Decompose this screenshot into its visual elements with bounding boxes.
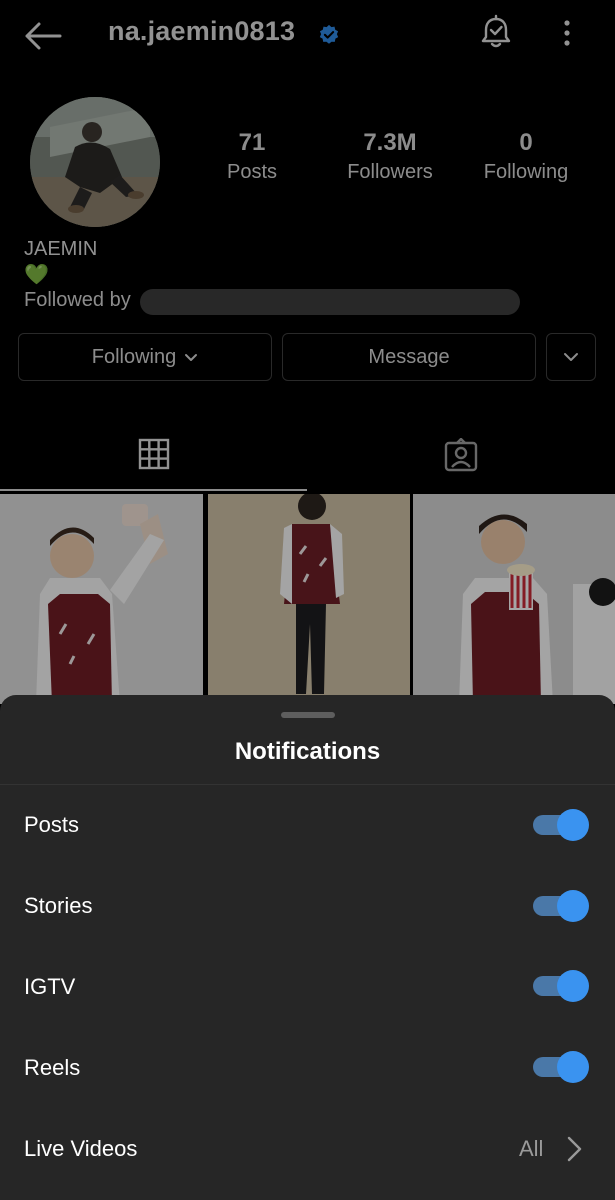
post-thumbnail[interactable] [413, 494, 615, 704]
post-image [208, 494, 410, 704]
bell-check-icon[interactable] [478, 14, 514, 50]
toggle-knob [557, 970, 589, 1002]
following-label: Following [483, 161, 569, 183]
stat-following[interactable]: 0 Following [476, 128, 576, 186]
followers-label: Followers [347, 161, 433, 183]
toggle-knob [557, 890, 589, 922]
post-thumbnail[interactable] [0, 494, 203, 704]
back-arrow-icon[interactable] [22, 20, 62, 52]
stories-notifications-toggle[interactable] [533, 890, 589, 922]
post-image [0, 494, 203, 704]
display-name: JAEMIN [24, 238, 98, 260]
following-button-label: Following [91, 345, 177, 368]
live-videos-value[interactable]: All [519, 1136, 543, 1162]
post-thumbnail[interactable] [208, 494, 410, 704]
following-button[interactable]: Following [18, 333, 272, 381]
message-button[interactable]: Message [282, 333, 536, 381]
toggle-knob [557, 809, 589, 841]
verified-badge-icon [319, 24, 339, 44]
posts-label: Posts [226, 161, 278, 183]
following-count: 0 [519, 129, 533, 156]
igtv-notifications-toggle[interactable] [533, 970, 589, 1002]
profile-username: na.jaemin0813 [108, 16, 296, 46]
profile-avatar[interactable] [30, 97, 160, 227]
igtv-row-label: IGTV [24, 974, 76, 999]
toggle-knob [557, 1051, 589, 1083]
posts-notifications-toggle[interactable] [533, 809, 589, 841]
stat-followers[interactable]: 7.3M Followers [338, 128, 442, 186]
avatar-photo [30, 97, 160, 227]
suggested-accounts-button[interactable] [546, 333, 596, 381]
reels-row-label: Reels [24, 1055, 81, 1080]
selected-tab-indicator [0, 489, 307, 491]
posts-count: 71 [238, 129, 266, 156]
kebab-menu-icon[interactable] [555, 18, 579, 48]
sheet-title: Notifications [234, 738, 381, 765]
followed-by-text: Followed by [24, 289, 131, 311]
live-videos-row-label[interactable]: Live Videos [24, 1136, 137, 1162]
followers-count: 7.3M [363, 129, 417, 156]
sheet-divider [0, 784, 615, 785]
posts-row-label: Posts [24, 812, 80, 837]
stories-row-label: Stories [24, 893, 93, 918]
reels-notifications-toggle[interactable] [533, 1051, 589, 1083]
grid-icon[interactable] [138, 438, 170, 470]
redacted-followers [140, 289, 520, 315]
post-image [413, 494, 615, 704]
chevron-right-icon[interactable] [564, 1134, 584, 1164]
sheet-drag-handle[interactable] [281, 712, 335, 718]
tagged-user-icon[interactable] [444, 438, 478, 472]
chevron-down-icon [564, 353, 578, 361]
chevron-down-icon [185, 354, 198, 361]
message-button-label: Message [368, 345, 450, 368]
notifications-sheet [0, 695, 615, 1200]
stat-posts[interactable]: 71 Posts [216, 128, 288, 186]
green-heart-emoji: 💚 [24, 264, 49, 286]
